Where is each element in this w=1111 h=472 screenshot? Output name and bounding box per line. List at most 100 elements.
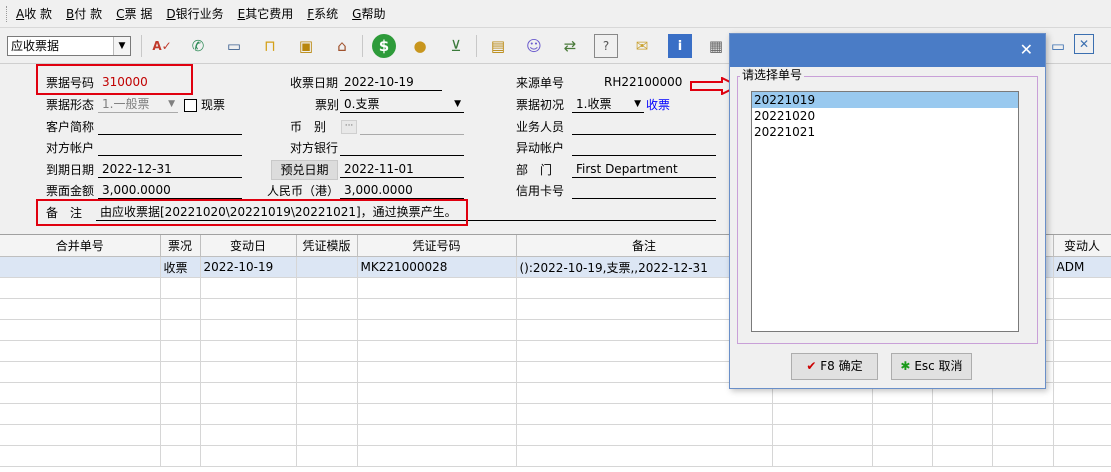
menu-help[interactable]: G帮助 bbox=[352, 5, 385, 22]
close-square-icon[interactable]: ✕ bbox=[1074, 34, 1094, 54]
bill-type-label: 票别 bbox=[315, 98, 340, 112]
dollar-icon[interactable]: $ bbox=[372, 34, 396, 58]
face-amount-field[interactable]: 3,000.0000 bbox=[98, 182, 242, 199]
cart-icon[interactable]: ⊻ bbox=[444, 34, 468, 58]
menu-bills[interactable]: C票 据 bbox=[116, 5, 152, 22]
list-item[interactable]: 20221019 bbox=[752, 92, 1018, 108]
toolbar-separator bbox=[476, 35, 477, 57]
menu-receive[interactable]: A收 款 bbox=[16, 5, 52, 22]
calculator-icon[interactable]: ▦ bbox=[704, 34, 728, 58]
bill-form-label: 票据形态 bbox=[46, 98, 95, 112]
ok-button[interactable]: ✔ F8 确定 bbox=[791, 353, 878, 380]
rmb-amount-field[interactable]: 3,000.0000 bbox=[340, 182, 464, 199]
select-number-dialog: ✕ 请选择单号 20221019 20221020 20221021 ✔ F8 … bbox=[729, 33, 1046, 389]
lock-icon[interactable]: ⊓ bbox=[258, 34, 282, 58]
currency-picker-button[interactable]: ··· bbox=[341, 120, 357, 134]
doc-type-select[interactable]: 应收票据 ▼ bbox=[7, 36, 131, 56]
change-account-label: 异动帐户 bbox=[516, 141, 565, 155]
bill-type-select[interactable]: 0.支票 ▼ bbox=[340, 96, 464, 113]
toolbar-separator bbox=[362, 35, 363, 57]
counter-bank-label: 对方银行 bbox=[290, 141, 339, 155]
customer-field[interactable] bbox=[98, 118, 242, 135]
dialog-title-bar[interactable]: ✕ bbox=[730, 34, 1045, 67]
list-item[interactable]: 20221020 bbox=[752, 108, 1018, 124]
cash-bill-checkbox[interactable] bbox=[184, 99, 197, 112]
menu-other-fees[interactable]: E其它费用 bbox=[238, 5, 294, 22]
checkmark-icon: ✔ bbox=[806, 359, 817, 373]
dept-field[interactable]: First Department bbox=[572, 161, 716, 178]
counter-account-label: 对方帐户 bbox=[46, 141, 95, 155]
list-item[interactable]: 20221021 bbox=[752, 124, 1018, 140]
credit-card-field[interactable] bbox=[572, 182, 716, 199]
col-merge-no[interactable]: 合并单号 bbox=[0, 235, 161, 257]
help-icon[interactable]: ? bbox=[594, 34, 618, 58]
receive-date-field[interactable]: 2022-10-19 bbox=[340, 74, 442, 91]
cell-changed-by: ADM bbox=[1053, 256, 1111, 278]
cell-voucher-template bbox=[296, 256, 358, 278]
currency-field[interactable] bbox=[360, 118, 464, 135]
home-icon[interactable]: ⌂ bbox=[330, 34, 354, 58]
running-man-icon: ✱ bbox=[900, 359, 911, 373]
expected-date-button[interactable]: 预兑日期 bbox=[271, 160, 338, 180]
menu-bar: A收 款 B付 款 C票 据 D银行业务 E其它费用 F系统 G帮助 bbox=[0, 0, 1111, 28]
source-no-label: 来源单号 bbox=[516, 76, 565, 90]
bill-initial-note: 收票 bbox=[646, 98, 671, 112]
chevron-down-icon: ▼ bbox=[168, 99, 175, 109]
ok-button-label: F8 确定 bbox=[820, 359, 863, 373]
window-icon[interactable]: ▭ bbox=[1046, 34, 1070, 58]
due-date-field[interactable]: 2022-12-31 bbox=[98, 161, 242, 178]
monitor-icon[interactable]: ▭ bbox=[222, 34, 246, 58]
menu-bank[interactable]: D银行业务 bbox=[166, 5, 223, 22]
table-row[interactable] bbox=[0, 403, 1111, 425]
change-account-field[interactable] bbox=[572, 139, 716, 156]
mail-icon[interactable]: ✉ bbox=[630, 34, 654, 58]
bill-type-value: 0.支票 bbox=[344, 97, 380, 111]
bill-initial-value: 1.收票 bbox=[576, 97, 612, 111]
table-row[interactable] bbox=[0, 424, 1111, 446]
counter-account-field[interactable] bbox=[98, 139, 242, 156]
number-listbox[interactable]: 20221019 20221020 20221021 bbox=[751, 91, 1019, 332]
info-icon[interactable]: i bbox=[668, 34, 692, 58]
transfer-icon[interactable]: ⇄ bbox=[558, 34, 582, 58]
money-bag-icon[interactable]: ● bbox=[408, 34, 432, 58]
col-changed-by[interactable]: 变动人 bbox=[1053, 235, 1111, 257]
cancel-button[interactable]: ✱ Esc 取消 bbox=[891, 353, 972, 380]
menu-grip bbox=[6, 6, 10, 22]
doc-type-value: 应收票据 bbox=[11, 39, 60, 53]
col-status[interactable]: 票况 bbox=[160, 235, 201, 257]
table-row[interactable] bbox=[0, 445, 1111, 467]
receive-date-label: 收票日期 bbox=[290, 76, 339, 90]
cash-bill-label: 现票 bbox=[201, 98, 226, 112]
source-no-field[interactable]: RH221000001 bbox=[600, 74, 682, 91]
chevron-down-icon: ▼ bbox=[113, 37, 130, 55]
rmb-label: 人民币（港） bbox=[267, 184, 340, 198]
col-change-date[interactable]: 变动日 bbox=[200, 235, 297, 257]
col-voucher-template[interactable]: 凭证模版 bbox=[296, 235, 358, 257]
cell-change-date: 2022-10-19 bbox=[200, 256, 297, 278]
col-voucher-no[interactable]: 凭证号码 bbox=[357, 235, 517, 257]
menu-system[interactable]: F系统 bbox=[307, 5, 338, 22]
customer-label: 客户简称 bbox=[46, 120, 95, 134]
bill-initial-label: 票据初况 bbox=[516, 98, 565, 112]
remark-highlight bbox=[36, 199, 468, 226]
salesman-field[interactable] bbox=[572, 118, 716, 135]
menu-pay[interactable]: B付 款 bbox=[66, 5, 102, 22]
bill-no-highlight bbox=[36, 64, 193, 95]
briefcase-icon[interactable]: ▣ bbox=[294, 34, 318, 58]
face-amount-label: 票面金额 bbox=[46, 184, 95, 198]
bill-initial-select[interactable]: 1.收票 ▼ bbox=[572, 96, 644, 113]
credit-card-label: 信用卡号 bbox=[516, 184, 565, 198]
clipboard-icon[interactable]: ▤ bbox=[486, 34, 510, 58]
cell-status: 收票 bbox=[160, 256, 201, 278]
bill-form-select[interactable]: 1.一般票 ▼ bbox=[98, 96, 178, 113]
cancel-button-label: Esc 取消 bbox=[914, 359, 963, 373]
salesman-label: 业务人员 bbox=[516, 120, 565, 134]
expected-date-field[interactable]: 2022-11-01 bbox=[340, 161, 464, 178]
close-icon[interactable]: ✕ bbox=[1020, 40, 1033, 60]
phone-icon[interactable]: ✆ bbox=[186, 34, 210, 58]
cell-voucher-no: MK221000028 bbox=[357, 256, 517, 278]
counter-bank-field[interactable] bbox=[340, 139, 464, 156]
users-icon[interactable]: ☺ bbox=[522, 34, 546, 58]
spellcheck-icon[interactable]: A✓ bbox=[150, 34, 174, 58]
toolbar-separator bbox=[141, 35, 142, 57]
